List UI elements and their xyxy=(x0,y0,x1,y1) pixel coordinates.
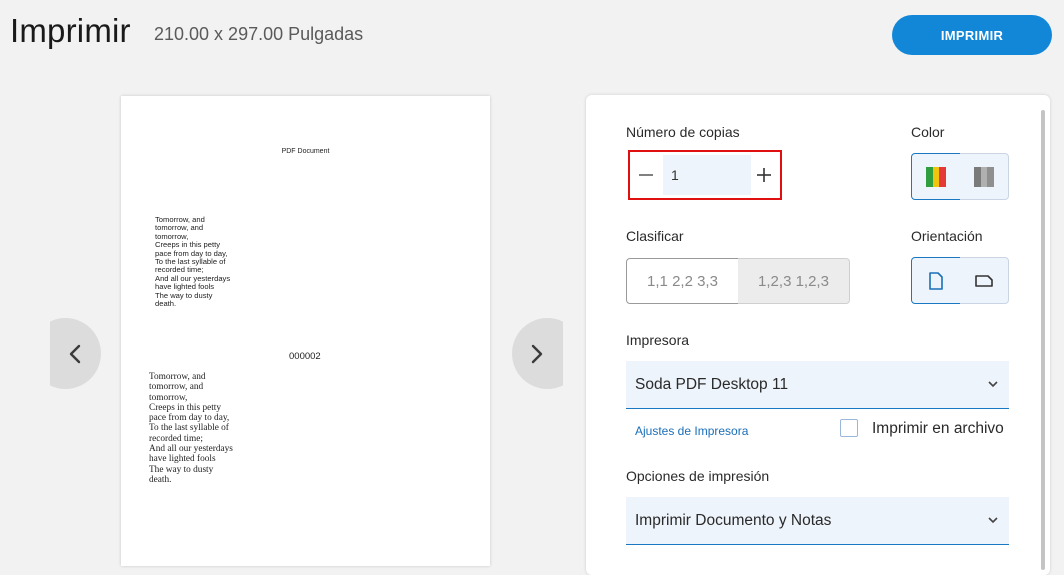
collate-option-collated[interactable]: 1,2,3 1,2,3 xyxy=(738,258,850,304)
page-title: Imprimir xyxy=(10,12,131,49)
printer-label: Impresora xyxy=(626,332,690,348)
grayscale-icon xyxy=(974,166,994,187)
nav-clip-left xyxy=(0,300,50,410)
color-label: Color xyxy=(911,124,945,140)
printer-settings-link[interactable]: Ajustes de Impresora xyxy=(635,424,748,438)
print-options-select-value: Imprimir Documento y Notas xyxy=(635,511,832,529)
orientation-portrait[interactable] xyxy=(911,257,961,304)
decrement-copies-button[interactable] xyxy=(630,152,662,198)
chevron-down-icon xyxy=(988,517,998,524)
copies-input[interactable] xyxy=(663,155,751,195)
preview-doc-title: PDF Document xyxy=(281,148,330,155)
page-dimensions: 210.00 x 297.00 Pulgadas xyxy=(154,24,364,44)
chevron-down-icon xyxy=(988,381,998,388)
collate-label: Clasificar xyxy=(626,228,684,244)
orientation-label: Orientación xyxy=(911,228,983,244)
portrait-icon xyxy=(929,271,943,290)
print-options-label: Opciones de impresión xyxy=(626,468,770,484)
color-icon xyxy=(926,166,946,187)
print-to-file-label: Imprimir en archivo xyxy=(872,420,1004,437)
orientation-landscape[interactable] xyxy=(960,257,1009,304)
landscape-icon xyxy=(975,274,993,287)
preview-poem-serif: Tomorrow, and tomorrow, and tomorrow, Cr… xyxy=(149,372,233,485)
print-to-file-checkbox[interactable] xyxy=(840,419,858,437)
print-preview-page: PDF Document Tomorrow, and tomorrow, and… xyxy=(121,96,490,566)
printer-select[interactable]: Soda PDF Desktop 11 xyxy=(626,361,1009,409)
copies-stepper xyxy=(628,150,782,200)
nav-clip-right xyxy=(563,300,583,410)
plus-icon xyxy=(757,168,771,182)
print-options-select[interactable]: Imprimir Documento y Notas xyxy=(626,497,1009,545)
print-button[interactable]: IMPRIMIR xyxy=(892,15,1052,55)
panel-scrollbar[interactable] xyxy=(1041,110,1045,570)
minus-icon xyxy=(639,174,653,176)
printer-select-value: Soda PDF Desktop 11 xyxy=(635,375,789,393)
preview-poem-sans: Tomorrow, and tomorrow, and tomorrow, Cr… xyxy=(155,215,231,309)
copies-label: Número de copias xyxy=(626,124,740,140)
collate-option-uncollated[interactable]: 1,1 2,2 3,3 xyxy=(626,258,739,304)
preview-page-number: 000002 xyxy=(289,351,321,362)
increment-copies-button[interactable] xyxy=(748,152,780,198)
color-option-grayscale[interactable] xyxy=(960,153,1009,200)
color-option-color[interactable] xyxy=(911,153,961,200)
